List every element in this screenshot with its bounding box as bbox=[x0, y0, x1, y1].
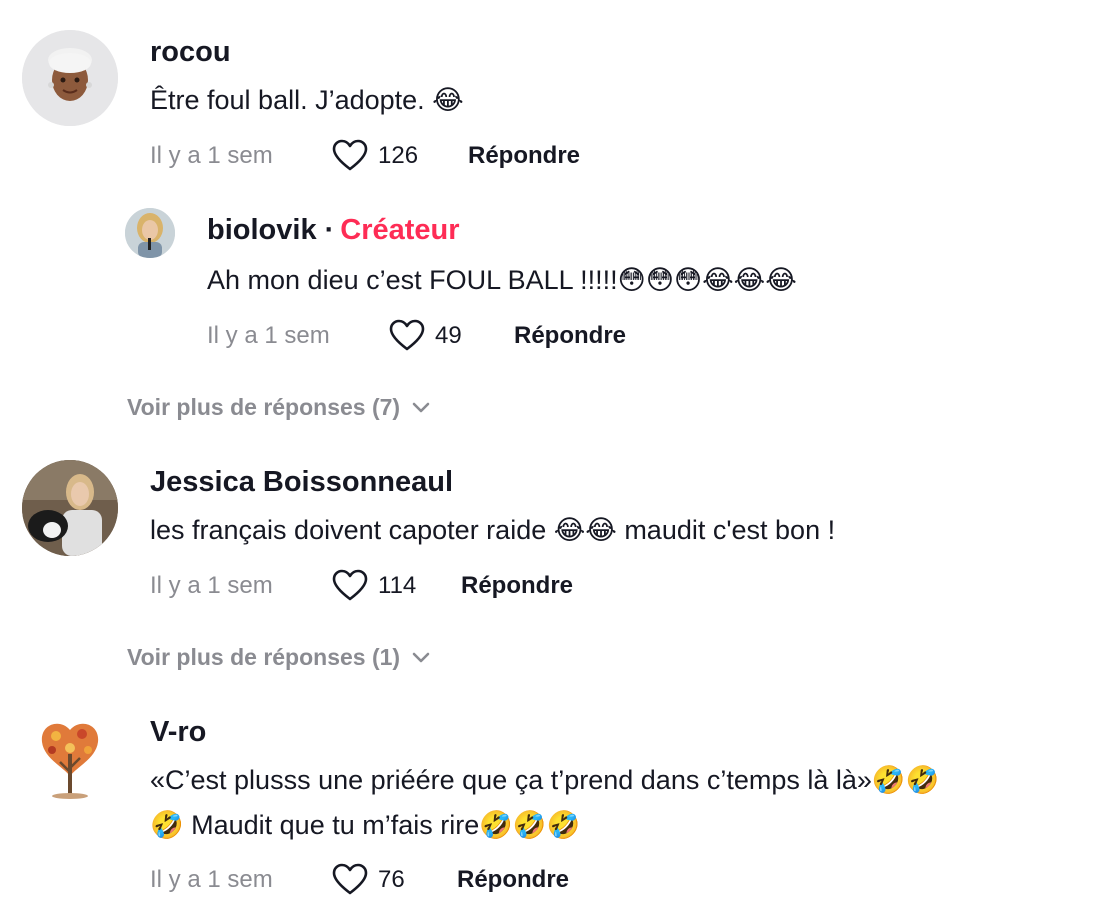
reply-button[interactable]: Répondre bbox=[457, 866, 569, 894]
creator-badge: Créateur bbox=[340, 214, 460, 246]
comment-username[interactable]: Jessica Boissonneaul bbox=[150, 466, 453, 499]
like-count: 49 bbox=[435, 321, 462, 349]
heart-outline-icon bbox=[332, 569, 368, 601]
chevron-down-icon bbox=[412, 652, 430, 662]
reply-username[interactable]: biolovik · Créateur bbox=[207, 214, 460, 247]
comment-timestamp: Il y a 1 sem bbox=[150, 572, 273, 599]
like-button[interactable]: 126 bbox=[332, 139, 418, 172]
heart-outline-icon bbox=[389, 319, 425, 351]
comment-timestamp: Il y a 1 sem bbox=[150, 866, 273, 893]
avatar-vro[interactable] bbox=[22, 710, 118, 806]
memoji-avatar-icon bbox=[22, 30, 118, 126]
reply-button[interactable]: Répondre bbox=[468, 142, 580, 170]
like-count: 76 bbox=[378, 865, 405, 893]
comment-timestamp: Il y a 1 sem bbox=[150, 142, 273, 169]
reply-text: Ah mon dieu c’est FOUL BALL !!!!!😳😳😳😂😂😂 bbox=[207, 265, 797, 295]
heart-outline-icon bbox=[332, 139, 368, 171]
avatar-rocou[interactable] bbox=[22, 30, 118, 126]
autumn-tree-icon bbox=[22, 710, 118, 806]
like-button[interactable]: 114 bbox=[332, 569, 416, 602]
comment-text-line-1: «C’est plusss une priéére que ça t’prend… bbox=[150, 765, 940, 795]
profile-photo-icon bbox=[22, 460, 118, 556]
reply-username-text[interactable]: biolovik bbox=[207, 214, 317, 246]
reply-timestamp: Il y a 1 sem bbox=[207, 322, 330, 349]
profile-photo-icon bbox=[125, 208, 175, 258]
view-more-replies-button[interactable]: Voir plus de réponses (7) bbox=[127, 394, 430, 421]
view-more-replies-label: Voir plus de réponses (1) bbox=[127, 644, 401, 670]
comment-text-line-2: 🤣 Maudit que tu m’fais rire🤣🤣🤣 bbox=[150, 810, 581, 840]
avatar-biolovik[interactable] bbox=[125, 208, 175, 258]
comment-text: Être foul ball. J’adopte. 😂 bbox=[150, 85, 464, 115]
like-count: 126 bbox=[378, 141, 419, 169]
comment-username[interactable]: rocou bbox=[150, 36, 231, 69]
comment-username[interactable]: V-ro bbox=[150, 716, 206, 749]
avatar-jessica[interactable] bbox=[22, 460, 118, 556]
creator-separator: · bbox=[324, 214, 335, 246]
comment-text: les français doivent capoter raide 😂😂 ma… bbox=[150, 515, 836, 545]
like-count: 114 bbox=[378, 571, 417, 599]
like-button[interactable]: 76 bbox=[332, 863, 405, 896]
chevron-down-icon bbox=[412, 402, 430, 412]
reply-button[interactable]: Répondre bbox=[514, 322, 626, 350]
reply-button[interactable]: Répondre bbox=[461, 572, 573, 600]
view-more-replies-label: Voir plus de réponses (7) bbox=[127, 394, 401, 420]
view-more-replies-button[interactable]: Voir plus de réponses (1) bbox=[127, 644, 430, 671]
heart-outline-icon bbox=[332, 863, 368, 895]
like-button[interactable]: 49 bbox=[389, 319, 462, 352]
